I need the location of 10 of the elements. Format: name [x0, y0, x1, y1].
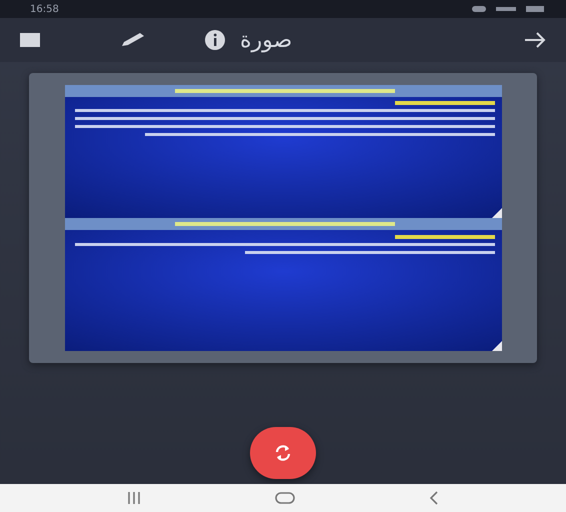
- refresh-icon: [273, 443, 293, 463]
- pencil-icon[interactable]: [120, 32, 146, 48]
- home-icon[interactable]: [275, 492, 295, 504]
- back-icon[interactable]: [429, 491, 439, 505]
- rotate-button[interactable]: [250, 427, 316, 479]
- forward-arrow-icon[interactable]: [524, 32, 546, 48]
- screen-title: صورة: [240, 28, 292, 52]
- info-icon[interactable]: [204, 29, 226, 51]
- recent-apps-icon[interactable]: [127, 492, 141, 504]
- status-time: 16:58: [30, 4, 59, 14]
